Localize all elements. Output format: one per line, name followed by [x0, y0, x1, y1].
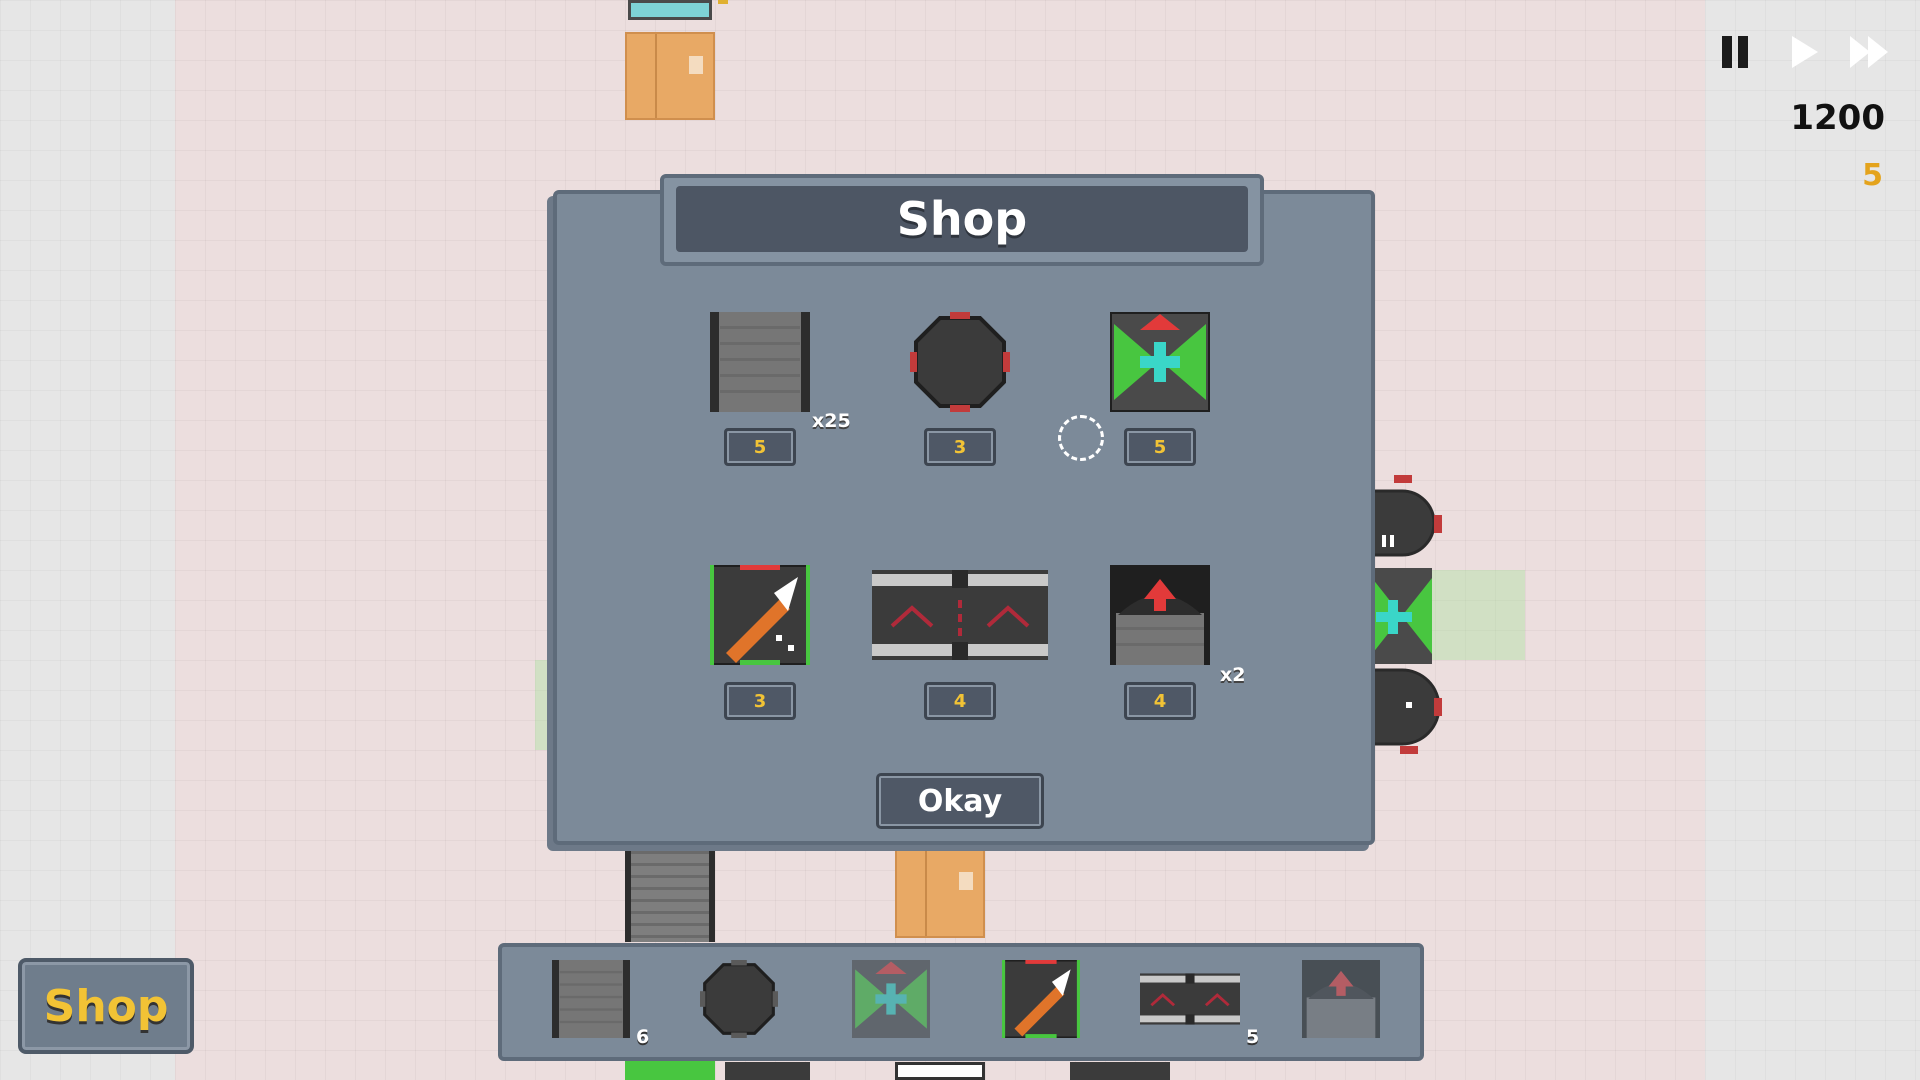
world-rotator-right-top — [1372, 475, 1442, 557]
world-rotator-right-bottom — [1372, 668, 1442, 754]
rotator-icon — [910, 312, 1010, 412]
shop-title: Shop — [676, 186, 1248, 252]
shop-item-conveyor-belt[interactable] — [710, 312, 810, 412]
shop-item-splitter[interactable] — [1108, 310, 1212, 414]
okay-button[interactable]: Okay — [876, 773, 1044, 829]
world-piece-bottom-2 — [725, 1062, 810, 1080]
shop-item-bridge[interactable] — [872, 570, 1048, 660]
toolbar-item-bridge[interactable] — [1140, 972, 1240, 1026]
toolbar-item-rotator[interactable] — [700, 960, 778, 1038]
toolbar-item-splitter[interactable] — [852, 960, 930, 1038]
loading-spinner-icon — [1058, 415, 1104, 461]
shop-item-launcher[interactable] — [1110, 565, 1210, 665]
shop-modal — [553, 190, 1375, 845]
price-splitter: 5 — [1124, 428, 1196, 466]
shop-item-cutter[interactable] — [708, 563, 812, 667]
launcher-icon — [1302, 960, 1380, 1038]
world-piece-top — [628, 0, 712, 20]
price-rotator: 3 — [924, 428, 996, 466]
multiplier-launcher: x2 — [1220, 664, 1246, 686]
right-margin — [1705, 0, 1920, 1080]
world-spark-icon — [718, 0, 728, 4]
splitter-icon — [1108, 310, 1212, 414]
play-icon[interactable] — [1782, 30, 1826, 74]
world-crate-bottom — [895, 848, 985, 938]
toolbar-count-bridge: 5 — [1246, 1026, 1260, 1048]
multiplier-conveyor-belt: x25 — [812, 410, 851, 432]
toolbar-item-cutter[interactable] — [1000, 958, 1082, 1040]
coin-counter: 5 — [1862, 158, 1883, 193]
pause-icon[interactable] — [1714, 30, 1758, 74]
world-piece-bottom-1 — [625, 1060, 715, 1080]
launcher-icon — [1110, 565, 1210, 665]
world-splitter-right — [1372, 568, 1432, 664]
price-cutter: 3 — [724, 682, 796, 720]
conveyor-belt-icon — [710, 312, 810, 412]
world-piece-bottom-4 — [1070, 1062, 1170, 1080]
score-counter: 1200 — [1790, 98, 1885, 138]
price-launcher: 4 — [1124, 682, 1196, 720]
shop-button[interactable]: Shop — [18, 958, 194, 1054]
world-piece-bottom-3 — [895, 1062, 985, 1080]
cutter-icon — [708, 563, 812, 667]
toolbar-item-conveyor-belt[interactable] — [552, 960, 630, 1038]
shop-header: Shop — [660, 174, 1264, 266]
shop-item-rotator[interactable] — [910, 312, 1010, 412]
rotator-icon — [700, 960, 778, 1038]
world-green-highlight-left — [535, 660, 555, 750]
price-bridge: 4 — [924, 682, 996, 720]
price-conveyor-belt: 5 — [724, 428, 796, 466]
toolbar-item-launcher[interactable] — [1302, 960, 1380, 1038]
splitter-icon — [852, 960, 930, 1038]
world-belt-bottom — [625, 842, 715, 942]
toolbar-count-conveyor-belt: 6 — [636, 1026, 650, 1048]
world-crate-top — [625, 32, 715, 120]
fast-forward-icon[interactable] — [1848, 30, 1892, 74]
left-margin — [0, 0, 175, 1080]
bridge-icon — [872, 570, 1048, 660]
cutter-icon — [1000, 958, 1082, 1040]
bridge-icon — [1140, 973, 1240, 1025]
conveyor-belt-icon — [552, 960, 630, 1038]
